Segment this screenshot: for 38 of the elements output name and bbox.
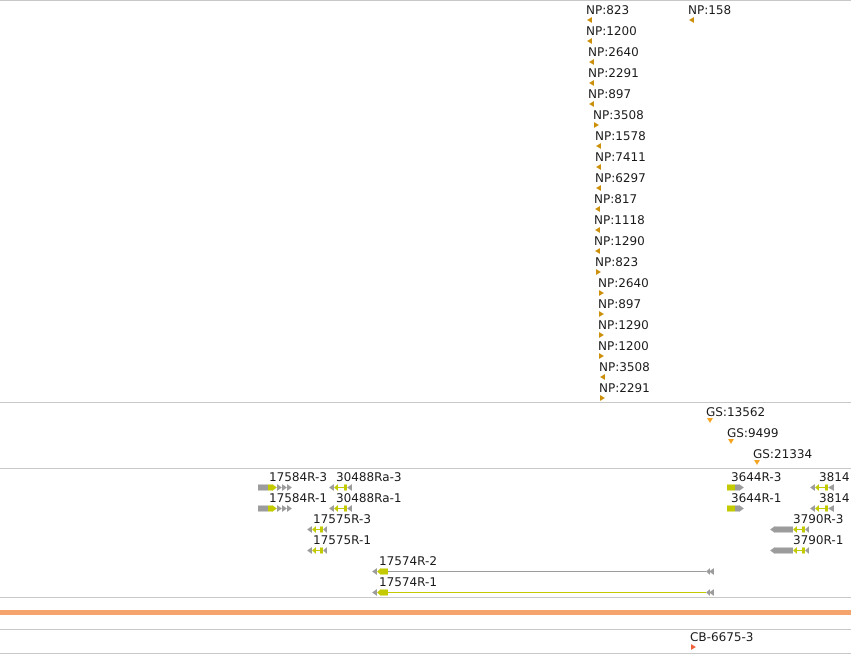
feature-label: 3644R-1 bbox=[731, 491, 782, 505]
feature-label: NP:2291 bbox=[599, 381, 650, 395]
feature-label: 30488Ra-1 bbox=[336, 491, 402, 505]
feature-label: NP:1290 bbox=[598, 318, 649, 332]
feature-label: NP:2640 bbox=[588, 45, 639, 59]
feature-label: NP:823 bbox=[586, 3, 630, 17]
feature-label: GS:13562 bbox=[706, 405, 766, 419]
feature-label: 17574R-1 bbox=[379, 575, 437, 589]
feature-label: CB-6675-3 bbox=[690, 630, 754, 644]
feature-label: NP:1290 bbox=[594, 234, 645, 248]
feature-label: 17575R-3 bbox=[313, 512, 371, 526]
feature-label: NP:2291 bbox=[588, 66, 639, 80]
feature-label: NP:3508 bbox=[599, 360, 650, 374]
feature-label: NP:1118 bbox=[594, 213, 645, 227]
feature-label: 17574R-2 bbox=[379, 554, 437, 568]
feature-label: 17584R-3 bbox=[269, 470, 327, 484]
feature-label: 3644R-3 bbox=[731, 470, 782, 484]
feature-label: 3790R-1 bbox=[793, 533, 844, 547]
feature-label: GS:21334 bbox=[753, 447, 812, 461]
feature-label: NP:823 bbox=[595, 255, 638, 269]
feature-label: NP:3508 bbox=[593, 108, 644, 122]
feature-label: NP:1200 bbox=[598, 339, 649, 353]
feature-label: GS:9499 bbox=[727, 426, 778, 440]
feature-label: NP:7411 bbox=[595, 150, 646, 164]
feature-label: 17575R-1 bbox=[313, 533, 371, 547]
feature-label: NP:6297 bbox=[595, 171, 646, 185]
feature-label: 30488Ra-3 bbox=[336, 470, 402, 484]
feature-label: NP:158 bbox=[688, 3, 732, 17]
feature-label: NP:2640 bbox=[598, 276, 649, 290]
feature-label: 3814 bbox=[819, 491, 850, 505]
feature-label: 17584R-1 bbox=[269, 491, 327, 505]
feature-label: NP:1578 bbox=[595, 129, 646, 143]
feature-label: 3814 bbox=[819, 470, 850, 484]
feature-label: NP:1200 bbox=[586, 24, 637, 38]
feature-label: NP:897 bbox=[588, 87, 632, 101]
feature-label: 3790R-3 bbox=[793, 512, 844, 526]
feature-label: NP:897 bbox=[598, 297, 642, 311]
feature-label: NP:817 bbox=[594, 192, 638, 206]
